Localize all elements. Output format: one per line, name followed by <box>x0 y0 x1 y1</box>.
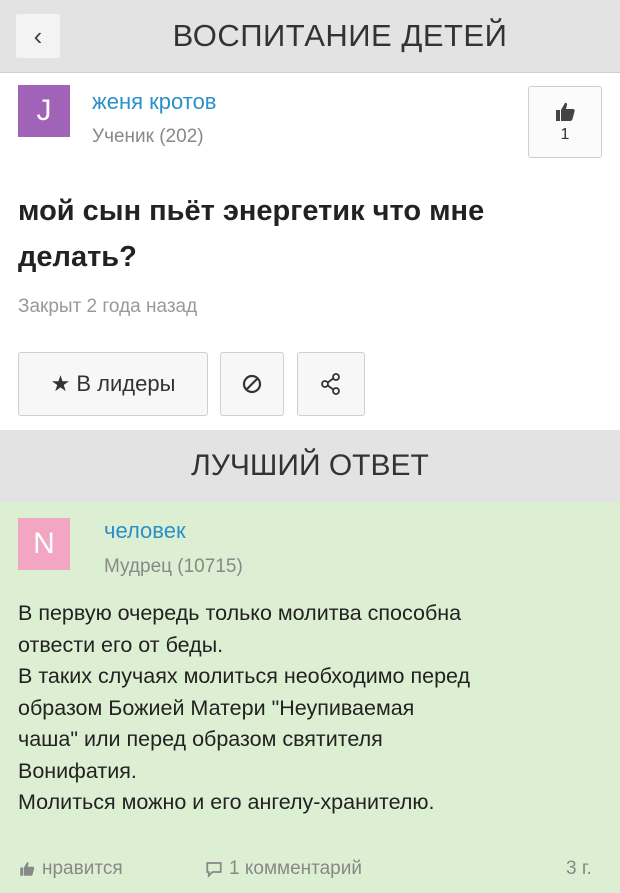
answer-line: В первую очередь только молитва способна <box>18 601 462 625</box>
comments-label: 1 комментарий <box>229 858 362 879</box>
best-answer-header: ЛУЧШИЙ ОТВЕТ <box>0 430 620 502</box>
answer-author-avatar[interactable]: N <box>18 518 70 570</box>
thumbs-up-icon <box>20 862 35 876</box>
block-button[interactable] <box>220 352 284 416</box>
answer-age: 3 г. <box>566 858 592 879</box>
top-bar: ‹ ВОСПИТАНИЕ ДЕТЕЙ <box>0 0 620 73</box>
question-status: Закрыт 2 года назад <box>18 296 198 317</box>
share-icon <box>321 373 340 395</box>
share-button[interactable] <box>297 352 365 416</box>
question-title: мой сын пьёт энергетик что мне делать? <box>18 188 598 280</box>
answer-line: Вонифатия. <box>18 758 137 783</box>
avatar-letter: J <box>36 94 52 127</box>
answer-author-rank: Мудрец (10715) <box>104 556 243 577</box>
comment-icon <box>206 862 222 878</box>
block-icon <box>242 374 262 394</box>
back-button[interactable]: ‹ <box>16 14 60 58</box>
question-author-avatar[interactable]: J <box>18 85 70 137</box>
like-button[interactable]: 1 <box>528 86 602 158</box>
chevron-left-icon: ‹ <box>33 20 43 51</box>
like-count: 1 <box>560 126 570 143</box>
question-author-name[interactable]: женя кротов <box>92 89 217 115</box>
star-icon: ★ <box>50 371 71 396</box>
thumbs-up-icon <box>556 102 575 121</box>
comments-link[interactable]: 1 комментарий <box>205 858 362 880</box>
answer-line: образом Божией Матери "Неупиваемая <box>18 695 415 720</box>
to-leaders-button[interactable]: ★ В лидеры <box>18 352 208 416</box>
question-author-rank: Ученик (202) <box>92 126 204 147</box>
question-line: делать? <box>18 241 137 273</box>
answer-like-label: нравится <box>42 858 123 879</box>
answer-like-button[interactable]: нравится <box>18 858 123 880</box>
answer-line: В таких случаях молиться необходимо пере… <box>18 664 471 688</box>
answer-line: отвести его от беды. <box>18 632 224 657</box>
answer-line: Молиться можно и его ангелу-хранителю. <box>18 790 435 814</box>
avatar-letter: N <box>33 527 55 560</box>
answer-author-name[interactable]: человек <box>104 518 186 544</box>
to-leaders-label: В лидеры <box>76 371 176 396</box>
answer-line: чаша" или перед образом святителя <box>18 727 383 751</box>
question-line: мой сын пьёт энергетик что мне <box>18 195 485 227</box>
category-title: ВОСПИТАНИЕ ДЕТЕЙ <box>172 18 508 53</box>
answer-body: В первую очередь только молитва способна… <box>18 598 613 819</box>
